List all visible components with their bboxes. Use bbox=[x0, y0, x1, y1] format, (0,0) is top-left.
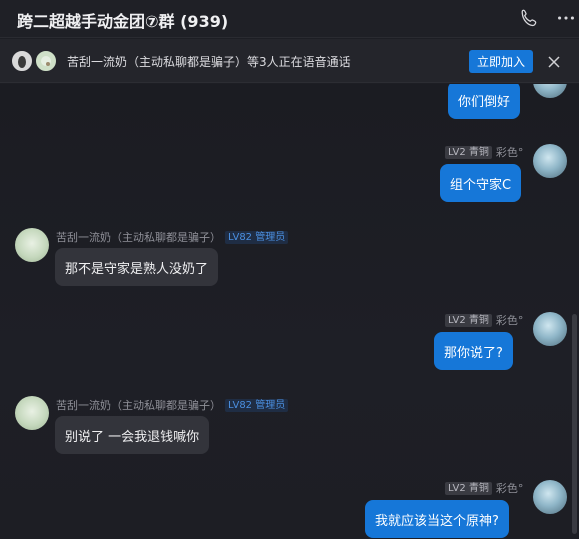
avatar[interactable] bbox=[533, 144, 567, 178]
message-bubble[interactable]: 那不是守家是熟人没奶了 bbox=[55, 248, 219, 286]
level-badge: LV2 青铜 bbox=[445, 145, 492, 159]
chat-header: 跨二超越手动金团⑦群 (939) bbox=[0, 0, 579, 38]
message-meta: LV2 青铜 彩色° bbox=[445, 145, 523, 159]
message-bubble[interactable]: 我就应该当这个原神? bbox=[365, 500, 509, 538]
phone-icon[interactable] bbox=[519, 7, 541, 29]
avatar[interactable] bbox=[533, 312, 567, 346]
voice-call-status: 苦刮一流奶（主动私聊都是骗子）等3人正在语音通话 bbox=[67, 55, 351, 69]
sender-name: 彩色° bbox=[495, 146, 524, 159]
message-list[interactable]: 你们倒好 LV2 青铜 彩色° 组个守家C 苦刮一流奶（主动私聊都是骗子） LV… bbox=[0, 84, 579, 539]
message-meta: 苦刮一流奶（主动私聊都是骗子） LV82 管理员 bbox=[56, 230, 289, 244]
group-title: 跨二超越手动金团⑦群 (939) bbox=[17, 12, 229, 31]
message-bubble[interactable]: 组个守家C bbox=[440, 164, 522, 202]
avatar[interactable] bbox=[15, 228, 49, 262]
avatar[interactable] bbox=[533, 480, 567, 514]
message-bubble[interactable]: 你们倒好 bbox=[448, 84, 521, 119]
avatar[interactable] bbox=[533, 84, 567, 98]
avatar[interactable] bbox=[15, 396, 49, 430]
level-badge: LV2 青铜 bbox=[445, 313, 492, 327]
level-badge: LV2 青铜 bbox=[445, 481, 492, 495]
scrollbar[interactable] bbox=[572, 314, 577, 534]
sender-name: 彩色° bbox=[495, 482, 524, 495]
message-meta: 苦刮一流奶（主动私聊都是骗子） LV82 管理员 bbox=[56, 398, 289, 412]
level-badge: LV82 管理员 bbox=[225, 230, 289, 244]
level-badge: LV82 管理员 bbox=[225, 398, 289, 412]
sender-name: 彩色° bbox=[495, 314, 524, 327]
message-bubble[interactable]: 别说了 一会我退钱喊你 bbox=[55, 416, 210, 454]
message-bubble[interactable]: 那你说了? bbox=[434, 332, 513, 370]
message-meta: LV2 青铜 彩色° bbox=[445, 313, 523, 327]
close-icon[interactable] bbox=[546, 54, 562, 70]
more-icon[interactable] bbox=[555, 7, 577, 29]
join-voice-button[interactable]: 立即加入 bbox=[469, 50, 533, 73]
participant-avatar bbox=[34, 49, 58, 73]
message-meta: LV2 青铜 彩色° bbox=[445, 481, 523, 495]
sender-name: 苦刮一流奶（主动私聊都是骗子） bbox=[56, 399, 221, 412]
sender-name: 苦刮一流奶（主动私聊都是骗子） bbox=[56, 231, 221, 244]
participant-avatar bbox=[10, 49, 34, 73]
